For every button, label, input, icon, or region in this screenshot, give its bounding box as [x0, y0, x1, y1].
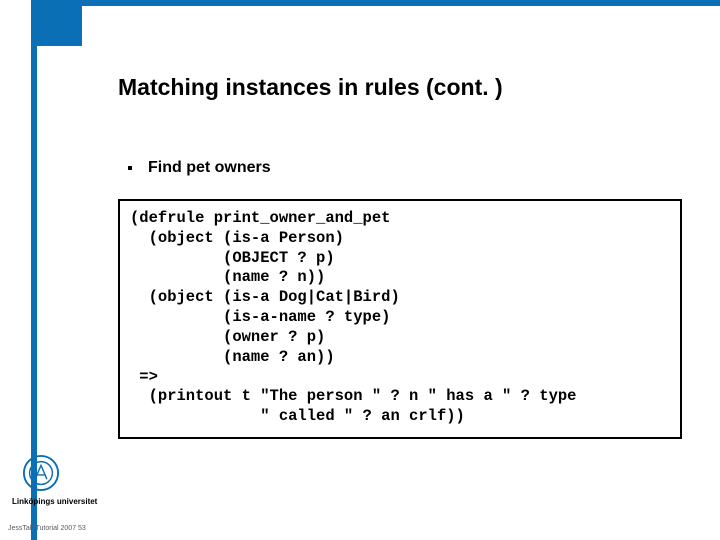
- slide-content: Matching instances in rules (cont. ) Fin…: [118, 74, 698, 439]
- code-block: (defrule print_owner_and_pet (object (is…: [118, 199, 682, 439]
- linkoping-seal-icon: [22, 454, 60, 492]
- bullet-dot-icon: [128, 166, 132, 170]
- university-name: Linköpings universitet: [12, 497, 97, 506]
- footer-source: JessTab Tutorial 2007: [8, 525, 76, 532]
- bullet-text: Find pet owners: [148, 159, 271, 177]
- top-accent-bar: [0, 0, 720, 6]
- footer-page-number: 53: [78, 525, 86, 532]
- bullet-item: Find pet owners: [128, 159, 698, 177]
- slide-title: Matching instances in rules (cont. ): [118, 74, 698, 101]
- sidebar-top-block: [31, 0, 82, 46]
